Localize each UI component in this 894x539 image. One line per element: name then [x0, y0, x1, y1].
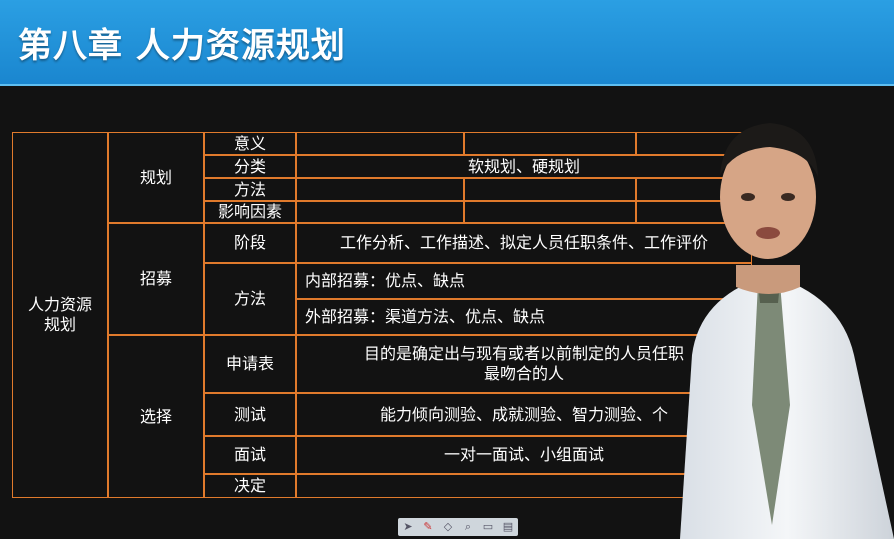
- slide-title: 第八章 人力资源规划: [18, 26, 346, 66]
- group-select: 选择: [108, 335, 204, 498]
- row-meaning: 意义: [204, 132, 296, 155]
- row-factors: 影响因素: [204, 201, 296, 223]
- group-planning: 规划: [108, 132, 204, 223]
- row-application: 申请表: [204, 335, 296, 393]
- annotation-toolbar: ➤ ✎ ◇ ⌕ ▭ ▤: [398, 518, 518, 536]
- method-val-2: [464, 178, 636, 201]
- meaning-val-2: [464, 132, 636, 155]
- row-test: 测试: [204, 393, 296, 436]
- row-stage: 阶段: [204, 223, 296, 263]
- comment-icon[interactable]: ▭: [481, 520, 495, 534]
- pointer-icon[interactable]: ➤: [401, 520, 415, 534]
- row-category: 分类: [204, 155, 296, 178]
- group-recruit: 招募: [108, 223, 204, 335]
- meaning-val-1: [296, 132, 464, 155]
- eraser-icon[interactable]: ◇: [441, 520, 455, 534]
- row-interview: 面试: [204, 436, 296, 474]
- factors-val-2: [464, 201, 636, 223]
- slide-header: 第八章 人力资源规划: [0, 0, 894, 86]
- method-val-1: [296, 178, 464, 201]
- row-method: 方法: [204, 178, 296, 201]
- row-decision: 决定: [204, 474, 296, 498]
- trash-icon[interactable]: ▤: [501, 520, 515, 534]
- pen-icon[interactable]: ✎: [421, 520, 435, 534]
- zoom-icon[interactable]: ⌕: [461, 520, 475, 534]
- root-cell: 人力资源 规划: [12, 132, 108, 498]
- row-recruit-method: 方法: [204, 263, 296, 335]
- factors-val-1: [296, 201, 464, 223]
- presenter-image: [680, 123, 894, 539]
